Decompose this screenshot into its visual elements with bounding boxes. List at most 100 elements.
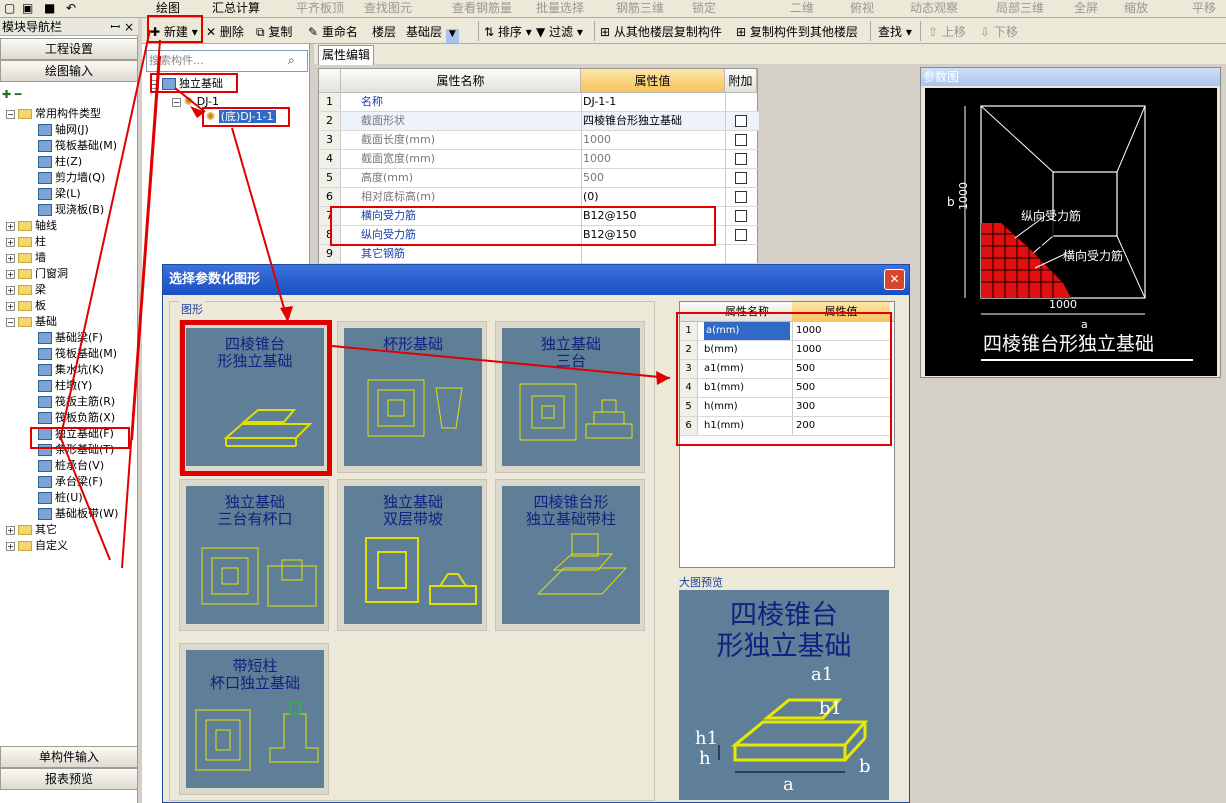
extra-checkbox[interactable] [735, 191, 747, 203]
tree-item[interactable]: + 门窗洞 [6, 266, 68, 282]
shape-tile[interactable]: 杯形基础 [337, 321, 487, 473]
tree-item[interactable]: 筏板基础(M) [38, 346, 117, 362]
property-value[interactable]: DJ-1-1 [583, 93, 616, 111]
expand-collapse-icons[interactable]: ✚ ━ [2, 88, 21, 101]
expand-icon[interactable]: + [6, 237, 15, 247]
copy-to-floor-button[interactable]: ⊞ 复制构件到其他楼层 [736, 23, 858, 40]
tree-item[interactable]: + 梁 [6, 282, 46, 298]
move-up-button[interactable]: ⇧ 上移 [928, 23, 966, 40]
zoom-button[interactable]: 缩放 [1124, 0, 1148, 16]
tree-item[interactable]: 桩(U) [38, 490, 83, 506]
shape-tile[interactable]: 独立基础 三台 [495, 321, 645, 473]
copy-from-floor-button[interactable]: ⊞ 从其他楼层复制构件 [600, 23, 722, 40]
search-input[interactable]: 搜索构件... [146, 50, 308, 72]
tree-item[interactable]: + 板 [6, 298, 46, 314]
tree-item[interactable]: 基础板带(W) [38, 506, 118, 522]
property-value[interactable]: 1000 [583, 150, 611, 168]
tree-item[interactable]: 筏板负筋(X) [38, 410, 115, 426]
property-row[interactable]: 2 截面形状 四棱锥台形独立基础 [319, 112, 759, 131]
floor-select[interactable]: 基础层 ▼ [406, 23, 459, 43]
chevron-down-icon[interactable]: ▼ [445, 29, 459, 43]
find-element-button[interactable]: 查找图元 [364, 0, 412, 16]
project-settings-button[interactable]: 工程设置 [0, 38, 138, 60]
tree-item[interactable]: 柱墩(Y) [38, 378, 92, 394]
property-value[interactable]: 四棱锥台形独立基础 [583, 112, 682, 130]
tree-item[interactable]: 承台梁(F) [38, 474, 103, 490]
local-3d-button[interactable]: 局部三维 [996, 0, 1044, 16]
open-file-icon[interactable]: ▣ [22, 0, 33, 16]
tab-property-edit[interactable]: 属性编辑 [318, 45, 374, 65]
expand-icon[interactable]: + [6, 269, 15, 279]
delete-button[interactable]: ✕ 删除 [206, 23, 244, 40]
pan-button[interactable]: 平移 [1192, 0, 1216, 16]
sort-button[interactable]: ⇅ 排序 ▾ [484, 23, 532, 40]
tree-item[interactable]: 梁(L) [38, 186, 81, 202]
tree-item[interactable]: + 自定义 [6, 538, 68, 554]
expand-icon[interactable]: + [6, 285, 15, 295]
dynamic-view-button[interactable]: 动态观察 [910, 0, 958, 16]
extra-checkbox[interactable] [735, 153, 747, 165]
collapse-icon[interactable]: − [6, 317, 15, 327]
extra-checkbox[interactable] [735, 210, 747, 222]
find-button[interactable]: 查找 ▾ [878, 23, 912, 40]
shape-tile[interactable]: 独立基础 三台有杯口 [179, 479, 329, 631]
batch-select-button[interactable]: 批量选择 [536, 0, 584, 16]
tree-item[interactable]: 集水坑(K) [38, 362, 104, 378]
fullscreen-button[interactable]: 全屏 [1074, 0, 1098, 16]
tree-item[interactable]: + 柱 [6, 234, 46, 250]
shape-tile[interactable]: 四棱锥台形 独立基础带柱 [495, 479, 645, 631]
new-file-icon[interactable]: ▢ [4, 0, 15, 16]
tree-item[interactable]: 轴网(J) [38, 122, 89, 138]
tree-item[interactable]: 柱(Z) [38, 154, 82, 170]
nav-pin-close[interactable]: ꟷ × [110, 18, 134, 36]
tree-item[interactable]: 基础梁(F) [38, 330, 103, 346]
tree-item[interactable]: + 轴线 [6, 218, 57, 234]
extra-checkbox[interactable] [735, 134, 747, 146]
tree-item[interactable]: − 常用构件类型 [6, 106, 101, 122]
expand-icon[interactable]: + [6, 253, 15, 263]
copy-button[interactable]: ⧉ 复制 [256, 23, 292, 40]
rename-button[interactable]: ✎ 重命名 [308, 23, 358, 40]
two-d-button[interactable]: 二维 [790, 0, 814, 16]
property-value[interactable]: 1000 [583, 131, 611, 149]
save-icon[interactable]: ■ [44, 0, 55, 16]
move-down-button[interactable]: ⇩ 下移 [980, 23, 1018, 40]
rebar-3d-button[interactable]: 钢筋三维 [616, 0, 664, 16]
flat-slab-button[interactable]: 平齐板顶 [296, 0, 344, 16]
undo-icon[interactable]: ↶ [66, 0, 76, 16]
view-rebar-button[interactable]: 查看钢筋量 [452, 0, 512, 16]
property-value[interactable]: (0) [583, 188, 599, 206]
close-icon[interactable]: ✕ [884, 269, 905, 290]
extra-checkbox[interactable] [735, 172, 747, 184]
tree-item[interactable]: 筏板主筋(R) [38, 394, 115, 410]
property-row[interactable]: 3 截面长度(mm) 1000 [319, 131, 759, 150]
expand-icon[interactable]: + [6, 301, 15, 311]
tree-item[interactable]: 剪力墙(Q) [38, 170, 105, 186]
expand-icon[interactable]: + [6, 541, 15, 551]
single-input-button[interactable]: 单构件输入 [0, 746, 138, 768]
tree-item[interactable]: + 其它 [6, 522, 57, 538]
tree-item[interactable]: 筏板基础(M) [38, 138, 117, 154]
property-row[interactable]: 9 其它钢筋 [319, 245, 759, 264]
collapse-icon[interactable]: − [6, 109, 15, 119]
tree-item[interactable]: + 墙 [6, 250, 46, 266]
search-icon[interactable]: ⌕ [288, 53, 295, 68]
extra-checkbox[interactable] [735, 229, 747, 241]
property-row[interactable]: 5 高度(mm) 500 [319, 169, 759, 188]
shape-tile[interactable]: 独立基础 双层带坡 [337, 479, 487, 631]
tree-item[interactable]: − 基础 [6, 314, 57, 330]
property-row[interactable]: 4 截面宽度(mm) 1000 [319, 150, 759, 169]
filter-button[interactable]: ▼ 过滤 ▾ [536, 23, 583, 40]
sum-calc-button[interactable]: 汇总计算 [212, 0, 260, 16]
property-row[interactable]: 6 相对底标高(m) (0) [319, 188, 759, 207]
tree-item[interactable]: 现浇板(B) [38, 202, 104, 218]
property-row[interactable]: 1 名称 DJ-1-1 [319, 93, 759, 112]
extra-checkbox[interactable] [735, 115, 747, 127]
expand-icon[interactable]: + [6, 525, 15, 535]
property-value[interactable]: 500 [583, 169, 604, 187]
shape-tile[interactable]: 带短柱 杯口独立基础 [179, 643, 329, 795]
tree-item[interactable]: 桩承台(V) [38, 458, 104, 474]
draw-button[interactable]: 绘图 [156, 0, 180, 16]
draw-input-button[interactable]: 绘图输入 [0, 60, 138, 82]
report-preview-button[interactable]: 报表预览 [0, 768, 138, 790]
